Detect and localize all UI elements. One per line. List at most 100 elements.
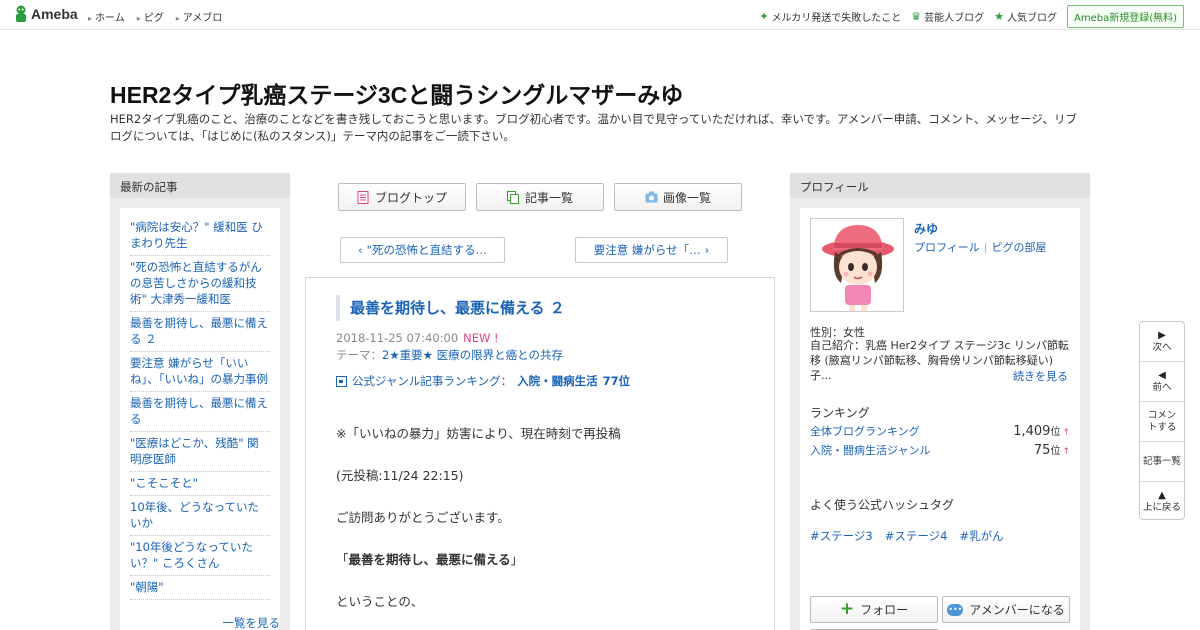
amember-icon: ••• — [947, 603, 964, 616]
previous-label: 前へ — [1152, 381, 1172, 393]
recent-article-link[interactable]: 要注意 嫌がらせ「いいね」、「いいね」の暴力事例 — [130, 352, 270, 392]
hashtag-link[interactable]: #ステージ4 — [885, 528, 948, 544]
article: 最善を期待し、最悪に備える ２ 2018-11-25 07:40:00 NEW !… — [305, 277, 775, 630]
nav-home[interactable]: ホーム — [88, 9, 125, 24]
follow-label: フォロー — [860, 603, 909, 617]
next-label: 次へ — [1152, 341, 1172, 353]
next-article-button[interactable]: 要注意 嫌がらせ「… › — [575, 237, 728, 263]
article-theme-link[interactable]: 2★重要★ 医療の限界と癌との共存 — [382, 348, 563, 362]
article-title[interactable]: 最善を期待し、最悪に備える ２ — [336, 295, 565, 321]
previous-article-button[interactable]: ‹ "死の恐怖と直結する… — [340, 237, 505, 263]
tab-article-list-label: 記事一覧 — [524, 190, 573, 205]
sparkle-icon: ✦ — [759, 10, 769, 23]
recent-articles-heading: 最新の記事 — [110, 173, 290, 198]
amember-button[interactable]: ••• アメンバーになる — [942, 596, 1070, 623]
tab-article-list[interactable]: 記事一覧 — [476, 183, 604, 211]
star-icon: ★ — [994, 10, 1004, 23]
genre-name: 入院・闘病生活 — [517, 374, 598, 388]
ameba-logo-icon — [14, 5, 28, 23]
article-paragraph-emphasis: 「最善を期待し、最悪に備える」 — [336, 552, 524, 567]
recent-article-link[interactable]: "10年後どうなっていたい？" ころくさん — [130, 536, 270, 576]
recent-article-link[interactable]: 10年後、どうなっていたいか — [130, 496, 270, 536]
previous-button[interactable]: ◀ 前へ — [1140, 362, 1184, 402]
recent-article-link[interactable]: 最善を期待し、最悪に備える — [130, 392, 270, 432]
article-paragraph: ということの、 — [336, 594, 424, 609]
tab-blog-top-label: ブログトップ — [374, 190, 447, 205]
next-button[interactable]: ▶ 次へ — [1140, 322, 1184, 362]
tab-image-list-label: 画像一覧 — [662, 190, 711, 205]
document-icon — [357, 190, 369, 204]
top-bar: Ameba ホーム ピグ アメブロ ✦ メルカリ発送で失敗したこと ♛ 芸能人ブ… — [0, 0, 1200, 30]
see-all-articles-link[interactable]: 一覧を見る — [223, 615, 281, 630]
link-popular-label: 人気ブログ — [1006, 13, 1057, 24]
register-button[interactable]: Ameba新規登録(無料) — [1066, 5, 1184, 28]
copy-icon — [506, 190, 519, 204]
article-paragraph: (元投稿:11/24 22:15) — [336, 468, 464, 483]
nav-pig[interactable]: ピグ — [137, 9, 164, 24]
tab-image-list[interactable]: 画像一覧 — [614, 183, 742, 211]
chevron-right-icon: › — [704, 243, 710, 257]
article-date-text: 2018-11-25 07:40:00 — [336, 331, 459, 345]
ranking-label[interactable]: 全体ブログランキング — [810, 423, 920, 439]
rank-up-icon: ↑ — [1062, 447, 1070, 457]
chevron-left-icon: ‹ — [358, 243, 363, 257]
blog-title[interactable]: HER2タイプ乳癌ステージ3Cと闘うシングルマザーみゆ — [110, 76, 683, 110]
link-separator: | — [983, 241, 988, 254]
new-badge: NEW ! — [463, 331, 499, 345]
recent-article-link[interactable]: "医療はどこか、残酷" 関明彦医師 — [130, 432, 270, 472]
recent-article-link[interactable]: "朝陽" — [130, 576, 270, 600]
recent-article-link[interactable]: "こそこそと" — [130, 472, 270, 496]
back-to-top-button[interactable]: ▲ 上に戻る — [1140, 482, 1184, 522]
ranking-number: 75 — [1033, 443, 1051, 458]
article-list-label: 記事一覧 — [1142, 455, 1181, 467]
profile-link[interactable]: プロフィール — [914, 241, 980, 254]
profile-body: みゆ プロフィール | ピグの部屋 性別：女性 自己紹介：乳癌 Her2タイプ ステ… — [800, 208, 1080, 630]
ranking-unit: 位 — [1050, 427, 1061, 438]
avatar[interactable] — [810, 218, 904, 312]
ranking-row-genre: 入院・闘病生活ジャンル 75位 ↑ — [810, 442, 1070, 458]
link-celebrity-label: 芸能人ブログ — [924, 13, 985, 24]
rank-up-icon: ↑ — [1062, 428, 1070, 438]
recent-articles-panel: 最新の記事 "病院は安心？" 緩和医 ひまわり先生 "死の恐怖と直結するがんの息… — [110, 173, 290, 630]
tab-blog-top[interactable]: ブログトップ — [338, 183, 466, 211]
ameba-logo[interactable]: Ameba — [14, 5, 78, 23]
hashtag-link[interactable]: #ステージ3 — [810, 528, 873, 544]
ranking-number: 1,409 — [1013, 424, 1051, 439]
next-article-label: 要注意 嫌がらせ「… — [593, 243, 701, 257]
hashtag-link[interactable]: #乳がん — [959, 528, 1003, 544]
hashtag-list: #ステージ3 #ステージ4 #乳がん — [810, 528, 1004, 544]
article-paragraph: ご訪問ありがとうございます。 — [336, 510, 510, 525]
blog-description: HER2タイプ乳癌のこと、治療のことなどを書き残しておこうと思います。ブログ初心… — [110, 112, 1077, 143]
top-right-links: ✦ メルカリ発送で失敗したこと ♛ 芸能人ブログ ★ 人気ブログ Ameba新規… — [759, 5, 1184, 28]
hashtags-heading: よく使う公式ハッシュタグ — [810, 498, 955, 512]
comment-label: コメントする — [1147, 409, 1177, 433]
link-celebrity-blogs[interactable]: ♛ 芸能人ブログ — [911, 9, 984, 24]
article-list-button[interactable]: 記事一覧 — [1140, 442, 1184, 482]
pig-room-link[interactable]: ピグの部屋 — [992, 241, 1047, 254]
genre-ranking-link[interactable]: 公式ジャンル記事ランキング： 入院・闘病生活 77位 — [336, 373, 630, 389]
link-popular-blogs[interactable]: ★ 人気ブログ — [994, 9, 1057, 24]
profile-more-link[interactable]: 続きを見る — [1013, 368, 1068, 384]
recent-article-link[interactable]: "病院は安心？" 緩和医 ひまわり先生 — [130, 216, 270, 256]
nav-ameblo[interactable]: アメブロ — [176, 9, 223, 24]
recent-article-link[interactable]: 最善を期待し、最悪に備える ２ — [130, 312, 270, 352]
article-theme-label: テーマ： — [336, 348, 382, 362]
ranking-value: 1,409位 ↑ — [1013, 423, 1070, 439]
link-mercari[interactable]: ✦ メルカリ発送で失敗したこと — [759, 9, 901, 24]
back-to-top-label: 上に戻る — [1142, 502, 1181, 513]
recent-article-link[interactable]: "死の恐怖と直結するがんの息苦しさからの緩和技術" 大津秀一緩和医 — [130, 256, 270, 312]
amember-label: アメンバーになる — [969, 603, 1065, 617]
recent-articles-list: "病院は安心？" 緩和医 ひまわり先生 "死の恐怖と直結するがんの息苦しさからの… — [120, 208, 280, 630]
crown-icon: ♛ — [911, 10, 922, 23]
profile-panel: プロフィール みゆ プロフィール | ピグの部屋 性別：女性 自己紹介：乳癌 H… — [790, 173, 1090, 630]
comment-button[interactable]: コメントする — [1140, 402, 1184, 442]
ranking-label[interactable]: 入院・闘病生活ジャンル — [810, 442, 930, 458]
article-theme: テーマ：2★重要★ 医療の限界と癌との共存 — [336, 347, 563, 363]
follow-button[interactable]: + フォロー — [810, 596, 938, 623]
plus-icon: + — [839, 599, 855, 619]
genre-ranking-label: 公式ジャンル記事ランキング： — [352, 374, 513, 388]
link-mercari-label: メルカリ発送で失敗したこと — [771, 13, 902, 24]
ranking-heading: ランキング — [810, 406, 870, 420]
profile-name[interactable]: みゆ — [914, 220, 938, 237]
previous-article-label: "死の恐怖と直結する… — [366, 243, 487, 257]
